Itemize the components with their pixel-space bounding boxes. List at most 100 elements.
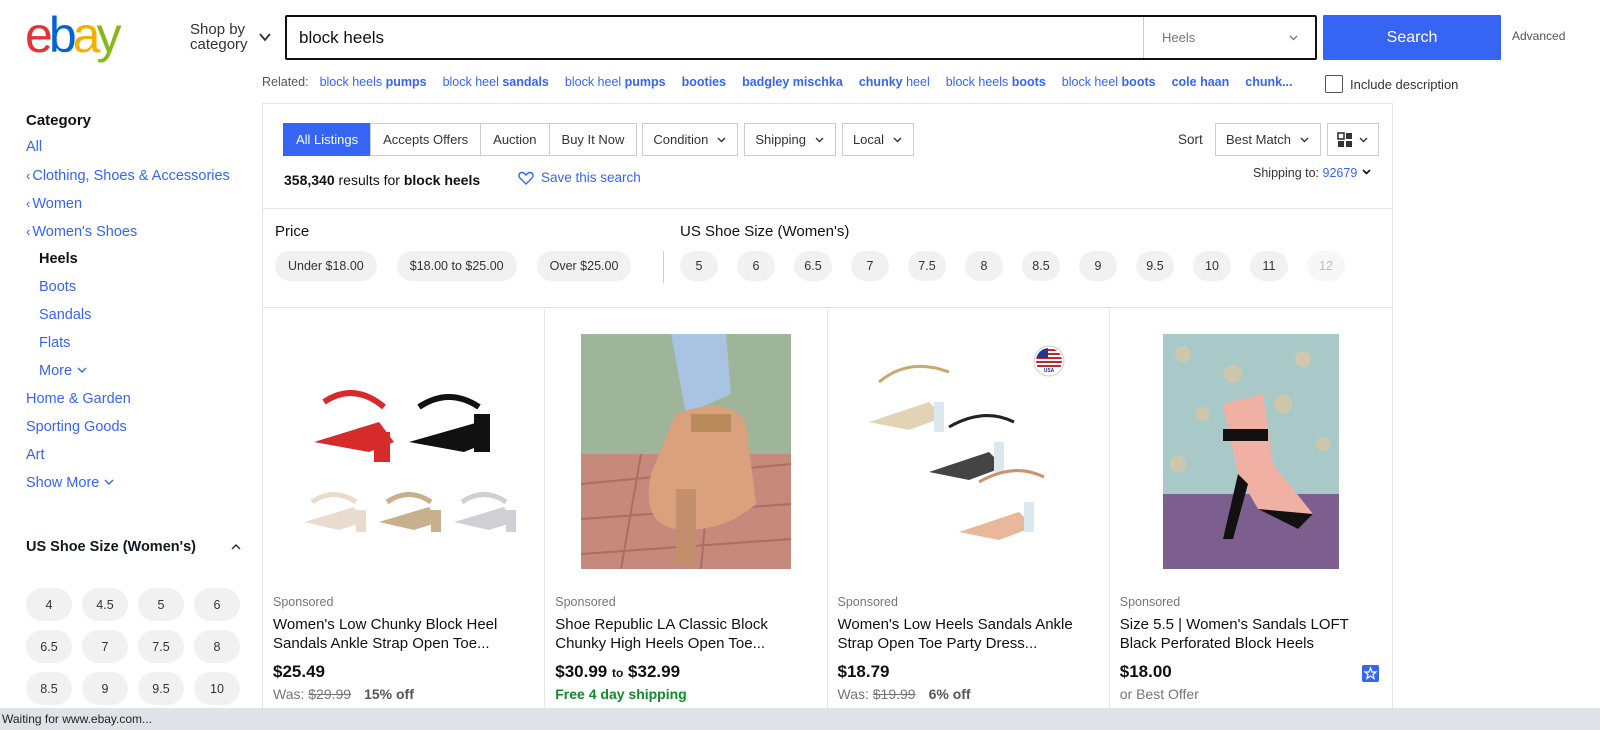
category-sporting-goods[interactable]: Sporting Goods bbox=[26, 419, 246, 447]
category-current-heels: Heels bbox=[39, 251, 78, 267]
condition-dropdown[interactable]: Condition bbox=[642, 123, 739, 156]
related-link[interactable]: chunk... bbox=[1245, 75, 1292, 89]
product-image[interactable] bbox=[555, 329, 817, 574]
listing-grid: Sponsored Women's Low Chunky Block Heel … bbox=[263, 309, 1392, 714]
related-link[interactable]: badgley mischka bbox=[742, 75, 843, 89]
chevron-down-icon bbox=[1300, 137, 1309, 143]
size-chip[interactable]: 9 bbox=[82, 672, 128, 705]
size-chip[interactable]: 4 bbox=[26, 588, 72, 621]
svg-text:ebay: ebay bbox=[25, 10, 121, 63]
size-chip[interactable]: 8.5 bbox=[1022, 251, 1060, 281]
size-chip[interactable]: 8 bbox=[194, 630, 240, 663]
listing-card[interactable]: Sponsored Shoe Republic LA Classic Block… bbox=[545, 309, 828, 714]
sort-dropdown[interactable]: Best Match bbox=[1215, 123, 1322, 156]
related-link[interactable]: block heels pumps bbox=[320, 75, 427, 89]
size-chip[interactable]: 8.5 bbox=[26, 672, 72, 705]
chevron-left-icon: ‹ bbox=[26, 168, 31, 183]
size-chip[interactable]: 7 bbox=[82, 630, 128, 663]
chevron-down-icon bbox=[1359, 137, 1368, 143]
checkbox[interactable] bbox=[1325, 75, 1343, 93]
related-link[interactable]: block heels boots bbox=[946, 75, 1046, 89]
category-show-more[interactable]: Show More bbox=[26, 475, 246, 503]
category-boots[interactable]: Boots bbox=[26, 279, 246, 307]
shipping-dropdown[interactable]: Shipping bbox=[744, 123, 836, 156]
related-link[interactable]: block heel pumps bbox=[565, 75, 666, 89]
tab-auction[interactable]: Auction bbox=[480, 123, 550, 156]
product-image[interactable] bbox=[273, 329, 535, 574]
size-chip[interactable]: 7 bbox=[851, 251, 889, 281]
size-chip[interactable]: 9.5 bbox=[1136, 251, 1174, 281]
listing-title[interactable]: Size 5.5 | Women's Sandals LOFT Black Pe… bbox=[1120, 615, 1382, 653]
size-chip[interactable]: 10 bbox=[1193, 251, 1231, 281]
tab-accepts-offers[interactable]: Accepts Offers bbox=[370, 123, 482, 156]
listing-title[interactable]: Shoe Republic LA Classic Block Chunky Hi… bbox=[555, 615, 817, 653]
search-input[interactable] bbox=[287, 17, 1143, 58]
category-more[interactable]: More bbox=[26, 363, 246, 391]
price-chip[interactable]: $18.00 to $25.00 bbox=[396, 251, 517, 281]
search-button[interactable]: Search bbox=[1323, 15, 1501, 60]
save-search-button[interactable]: Save this search bbox=[518, 170, 641, 185]
ebay-logo[interactable]: ebay bbox=[25, 10, 149, 64]
size-filter-grid: 4 4.5 5 6 6.5 7 7.5 8 8.5 9 9.5 10 bbox=[26, 588, 246, 705]
size-chip[interactable]: 10 bbox=[194, 672, 240, 705]
advanced-search-link[interactable]: Advanced bbox=[1512, 29, 1565, 43]
size-chip[interactable]: 7.5 bbox=[908, 251, 946, 281]
category-heading: Category bbox=[26, 112, 92, 129]
include-description-checkbox[interactable]: Include description bbox=[1325, 75, 1458, 93]
listing-title[interactable]: Women's Low Chunky Block Heel Sandals An… bbox=[273, 615, 535, 653]
tab-all-listings[interactable]: All Listings bbox=[283, 123, 372, 156]
local-dropdown[interactable]: Local bbox=[841, 123, 915, 156]
category-all[interactable]: All bbox=[26, 139, 246, 167]
category-art[interactable]: Art bbox=[26, 447, 246, 475]
listing-tabs: All Listings Accepts Offers Auction Buy … bbox=[283, 123, 915, 156]
price-filter-heading: Price bbox=[275, 223, 310, 240]
listing-card[interactable]: USA Sponsored Women's Low Heels Sandals … bbox=[828, 309, 1110, 714]
shop-by-category-button[interactable]: Shop by category bbox=[190, 22, 271, 52]
size-chip[interactable]: 6.5 bbox=[794, 251, 832, 281]
tab-buy-it-now[interactable]: Buy It Now bbox=[548, 123, 638, 156]
chevron-up-icon[interactable] bbox=[230, 542, 242, 552]
shipping-to[interactable]: Shipping to: 92679 bbox=[1253, 166, 1372, 180]
browser-status-bar: Waiting for www.ebay.com... bbox=[0, 708, 1600, 730]
view-toggle-dropdown[interactable] bbox=[1327, 123, 1379, 156]
size-chip[interactable]: 9 bbox=[1079, 251, 1117, 281]
chevron-down-icon bbox=[259, 33, 271, 42]
listing-card[interactable]: Sponsored Women's Low Chunky Block Heel … bbox=[263, 309, 546, 714]
related-link[interactable]: chunky heel bbox=[859, 75, 930, 89]
listing-title[interactable]: Women's Low Heels Sandals Ankle Strap Op… bbox=[838, 615, 1100, 653]
related-link[interactable]: booties bbox=[682, 75, 726, 89]
size-chip[interactable]: 4.5 bbox=[82, 588, 128, 621]
search-category-select[interactable]: Heels bbox=[1143, 17, 1315, 58]
was-price: Was: $19.99 6% off bbox=[837, 686, 971, 702]
size-chip[interactable]: 6 bbox=[737, 251, 775, 281]
size-filter-heading[interactable]: US Shoe Size (Women's) bbox=[26, 538, 226, 556]
chevron-down-icon bbox=[893, 137, 902, 143]
related-link[interactable]: block heel boots bbox=[1062, 75, 1156, 89]
size-chip[interactable]: 12 bbox=[1307, 251, 1345, 281]
size-chip[interactable]: 8 bbox=[965, 251, 1003, 281]
category-flats[interactable]: Flats bbox=[26, 335, 246, 363]
size-chip[interactable]: 6 bbox=[194, 588, 240, 621]
size-chip[interactable]: 5 bbox=[138, 588, 184, 621]
related-link[interactable]: cole haan bbox=[1172, 75, 1230, 89]
size-chip[interactable]: 11 bbox=[1250, 251, 1288, 281]
category-sandals[interactable]: Sandals bbox=[26, 307, 246, 335]
watchlist-star-icon[interactable] bbox=[1361, 665, 1379, 682]
size-chip[interactable]: 5 bbox=[680, 251, 718, 281]
listing-card[interactable]: Sponsored Size 5.5 | Women's Sandals LOF… bbox=[1110, 309, 1392, 714]
price-chip[interactable]: Over $25.00 bbox=[536, 251, 632, 281]
search-bar: Heels bbox=[285, 15, 1317, 60]
related-link[interactable]: block heel sandals bbox=[443, 75, 549, 89]
zip-code-link[interactable]: 92679 bbox=[1323, 166, 1358, 180]
category-back-women[interactable]: ‹ Women bbox=[26, 195, 246, 223]
price-chip[interactable]: Under $18.00 bbox=[275, 251, 377, 281]
size-chip[interactable]: 7.5 bbox=[138, 630, 184, 663]
product-image[interactable] bbox=[1120, 329, 1382, 574]
listing-price: $18.79 bbox=[837, 662, 890, 681]
category-back-womens-shoes[interactable]: ‹ Women's Shoes bbox=[26, 223, 246, 251]
size-chip[interactable]: 9.5 bbox=[138, 672, 184, 705]
category-back-clothing[interactable]: ‹ Clothing, Shoes & Accessories bbox=[26, 167, 246, 195]
category-home-garden[interactable]: Home & Garden bbox=[26, 391, 246, 419]
sponsored-label: Sponsored bbox=[555, 595, 616, 609]
size-chip[interactable]: 6.5 bbox=[26, 630, 72, 663]
